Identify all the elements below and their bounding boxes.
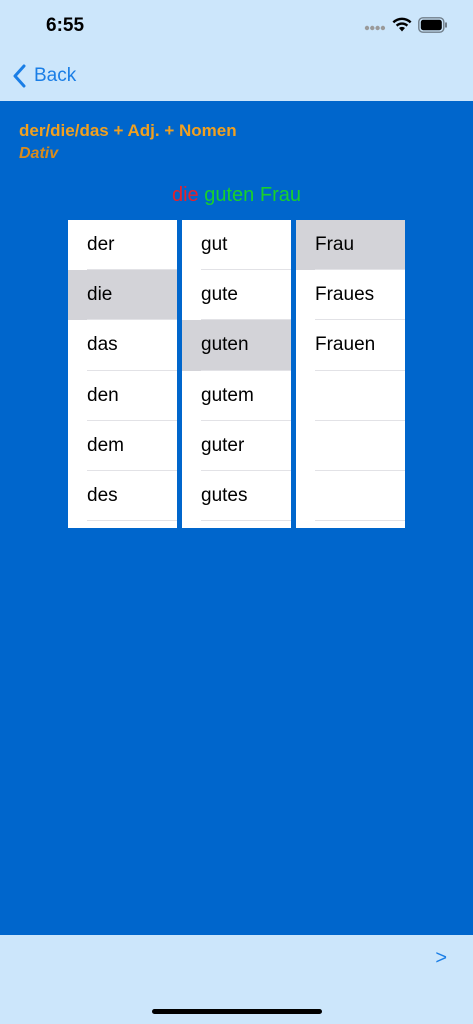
adjective-option[interactable]: gut	[182, 220, 291, 271]
back-label: Back	[34, 65, 77, 86]
back-button[interactable]: Back	[12, 62, 76, 90]
phrase-article: die	[171, 184, 199, 206]
noun-option[interactable]: Fraues	[296, 270, 405, 321]
article-option[interactable]: den	[68, 371, 177, 421]
battery-icon	[418, 17, 447, 33]
chevron-left-icon	[13, 64, 26, 88]
article-option[interactable]: der	[68, 220, 177, 271]
article-option[interactable]: die	[68, 270, 177, 321]
status-time: 6:55	[46, 15, 85, 36]
adjective-picker: gut gute guten gutem guter gutes	[182, 220, 291, 528]
navigation-bar: 6:55 Back	[0, 0, 473, 101]
adjective-option[interactable]: gutem	[182, 371, 291, 421]
article-option[interactable]: das	[68, 320, 177, 371]
result-phrase: die guten Frau	[0, 184, 473, 207]
bottom-toolbar: >	[0, 935, 473, 1024]
next-button[interactable]: >	[435, 947, 447, 970]
adjective-option[interactable]: guten	[182, 320, 291, 371]
rule-title: der/die/das + Adj. + Nomen	[19, 121, 237, 140]
noun-option[interactable]: Frau	[296, 220, 405, 271]
wifi-icon	[392, 17, 412, 32]
article-option[interactable]: des	[68, 471, 177, 522]
noun-option-empty[interactable]	[296, 371, 405, 421]
phrase-noun: Frau	[259, 184, 301, 206]
article-picker: der die das den dem des	[68, 220, 177, 528]
case-label: Dativ	[19, 145, 59, 162]
article-option[interactable]: dem	[68, 421, 177, 472]
home-indicator	[152, 1009, 322, 1014]
noun-picker: Frau Fraues Frauen	[296, 220, 405, 528]
adjective-option[interactable]: gutes	[182, 471, 291, 522]
noun-option[interactable]: Frauen	[296, 320, 405, 371]
noun-option-empty[interactable]	[296, 471, 405, 522]
phrase-adjective: guten	[204, 184, 255, 206]
adjective-option[interactable]: gute	[182, 270, 291, 321]
noun-option-empty[interactable]	[296, 421, 405, 472]
cellular-signal-icon	[364, 25, 386, 31]
adjective-option[interactable]: guter	[182, 421, 291, 472]
